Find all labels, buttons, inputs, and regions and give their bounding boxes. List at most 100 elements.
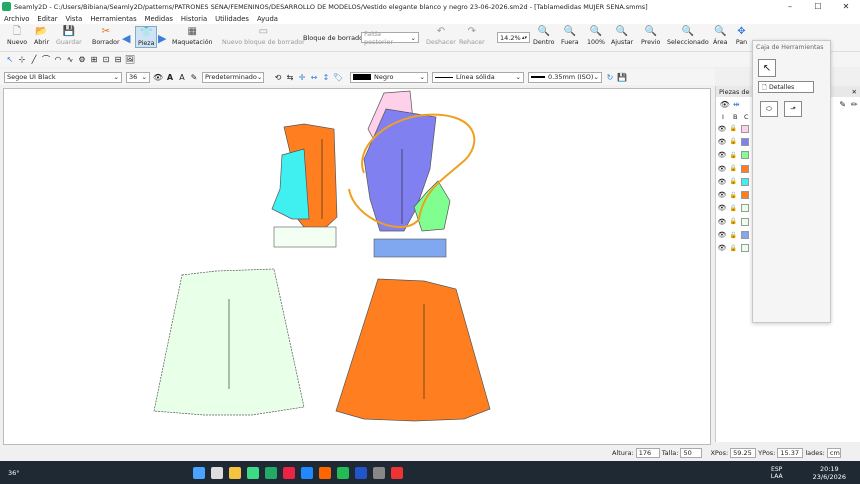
settings-icon[interactable] xyxy=(372,466,385,479)
redo-button[interactable]: ↷ Rehacer xyxy=(459,26,485,46)
word-icon[interactable] xyxy=(354,466,367,479)
point-tool-icon[interactable]: ⊹ xyxy=(16,55,28,64)
save-icon[interactable]: 💾 xyxy=(616,73,628,82)
zoom-out-button[interactable]: 🔍 Fuera xyxy=(561,26,579,46)
eye-icon[interactable]: 👁 xyxy=(716,138,728,146)
front-waistband-piece[interactable] xyxy=(273,226,337,248)
font-select[interactable]: Segoe UI Black ⌄ xyxy=(4,71,122,83)
eye-icon[interactable]: 👁 xyxy=(716,231,728,239)
menu-herramientas[interactable]: Herramientas xyxy=(86,15,140,23)
layout-button[interactable]: ▦ Maquetación xyxy=(172,26,213,46)
clock[interactable]: 20:19 23/6/2026 xyxy=(813,465,846,481)
chrome-icon[interactable] xyxy=(246,466,259,479)
pan-button[interactable]: ✥ Pan xyxy=(735,26,748,46)
vertical-arrows-icon[interactable]: ↕ xyxy=(320,73,332,82)
lock-icon[interactable]: 🔓 xyxy=(728,205,739,212)
weather-widget[interactable]: 36° xyxy=(8,469,20,477)
zoom-area-button[interactable]: 🔍 Área xyxy=(713,26,728,46)
eye-icon[interactable]: 👁 xyxy=(716,125,728,133)
lock-icon[interactable]: 🔓 xyxy=(728,165,739,172)
piece-shape-button[interactable]: ⬭ xyxy=(760,101,778,117)
details-button[interactable]: 🗋 Detalles xyxy=(758,81,814,93)
menu-archivo[interactable]: Archivo xyxy=(0,15,33,23)
mirror-icon[interactable]: ⇆ xyxy=(284,73,296,82)
font-size-select[interactable]: 36 ⌄ xyxy=(126,71,150,83)
font-bigger-icon[interactable]: A xyxy=(164,73,176,82)
export-piece-button[interactable]: ⬏ xyxy=(784,101,802,117)
back-waistband-piece[interactable] xyxy=(373,238,447,258)
eye-icon[interactable]: 👁 xyxy=(716,191,728,199)
lock-icon[interactable]: 🔓 xyxy=(728,138,739,145)
new-draft-block-button[interactable]: ▭ Nuevo bloque de borrador xyxy=(222,26,305,46)
pointer-button[interactable]: ↖ xyxy=(758,59,776,77)
eye-icon[interactable]: 👁 xyxy=(716,204,728,212)
arrow-left-icon[interactable]: ◀ xyxy=(122,32,130,45)
curve-tool-icon[interactable]: ⌒ xyxy=(40,54,52,65)
lock-icon[interactable]: 🔓 xyxy=(728,125,739,132)
open-button[interactable]: 📂 Abrir xyxy=(34,26,49,46)
menu-utilidades[interactable]: Utilidades xyxy=(211,15,253,23)
zoom-selected-button[interactable]: 🔍 Seleccionado xyxy=(667,26,709,46)
menu-historia[interactable]: Historia xyxy=(177,15,211,23)
link-icon[interactable]: ⇹ xyxy=(731,100,743,109)
new-button[interactable]: 🗋 Nuevo xyxy=(7,26,27,46)
lock-icon[interactable]: 🔓 xyxy=(728,178,739,185)
lock-icon[interactable]: 🔓 xyxy=(728,218,739,225)
size-select[interactable]: 50 xyxy=(680,448,703,458)
excel-icon[interactable] xyxy=(336,466,349,479)
eye-icon[interactable]: 👁 xyxy=(716,178,728,186)
draft-block-select[interactable]: Falda posterior ⌄ xyxy=(361,30,419,46)
pen-icon[interactable]: ✎ xyxy=(837,100,849,109)
undo-button[interactable]: ↶ Deshacer xyxy=(426,26,456,46)
zoom-in-button[interactable]: 🔍 Dentro xyxy=(533,26,555,46)
operation-tool-icon[interactable]: ⚙ xyxy=(76,55,88,64)
panel-close-icon[interactable]: ✕ xyxy=(852,88,857,96)
line-weight-select[interactable]: 0.35mm (ISO) ⌄ xyxy=(528,71,602,83)
tag-icon[interactable]: 🏷 xyxy=(332,73,344,82)
node-tool-icon[interactable]: ⊞ xyxy=(88,55,100,64)
arrow-right-icon[interactable]: ▶ xyxy=(158,32,166,45)
pattern-drawing[interactable] xyxy=(4,89,711,445)
start-icon[interactable] xyxy=(192,466,205,479)
piece-button[interactable]: 👕 Pieza xyxy=(135,26,158,48)
color-select[interactable]: Negro ⌄ xyxy=(350,71,428,83)
office-icon[interactable] xyxy=(318,466,331,479)
pencil-icon[interactable]: ✏ xyxy=(849,100,860,109)
menu-editar[interactable]: Editar xyxy=(33,15,61,23)
spline-tool-icon[interactable]: ∿ xyxy=(64,55,76,64)
lock-icon[interactable]: 🔓 xyxy=(728,192,739,199)
language-indicator[interactable]: ESP LAA xyxy=(769,466,785,480)
seamly-icon[interactable] xyxy=(264,466,277,479)
side-bodice-piece[interactable] xyxy=(271,148,310,220)
edge-icon[interactable] xyxy=(300,466,313,479)
eye-icon[interactable]: 👁 xyxy=(716,218,728,226)
zoom-100-button[interactable]: 🔍 100% xyxy=(587,26,605,46)
back-skirt-piece[interactable] xyxy=(335,278,491,422)
file-explorer-icon[interactable] xyxy=(228,466,241,479)
zoom-previous-button[interactable]: 🔍 Previo xyxy=(641,26,660,46)
text-tool-icon[interactable]: ✎ xyxy=(188,73,200,82)
zoom-fit-button[interactable]: 🔍 Ajustar xyxy=(611,26,633,46)
text-style-select[interactable]: Predeterminado ⌄ xyxy=(202,71,264,83)
eye-icon[interactable]: 👁 xyxy=(716,244,728,252)
save-button[interactable]: 💾 Guardar xyxy=(56,26,82,46)
lock-icon[interactable]: 🔓 xyxy=(728,152,739,159)
eye-icon[interactable]: 👁 xyxy=(719,100,731,109)
eye-icon[interactable]: 👁 xyxy=(152,73,164,82)
menu-ayuda[interactable]: Ayuda xyxy=(253,15,282,23)
pointer-tool-icon[interactable]: ↖ xyxy=(4,55,16,64)
rotate-icon[interactable]: ⟲ xyxy=(272,73,284,82)
close-icon[interactable]: ✕ xyxy=(832,2,860,11)
refresh-icon[interactable]: ↻ xyxy=(604,73,616,82)
minimize-icon[interactable]: – xyxy=(776,2,804,11)
app-icon[interactable] xyxy=(282,466,295,479)
horizontal-arrows-icon[interactable]: ↔ xyxy=(308,73,320,82)
lock-icon[interactable]: 🔓 xyxy=(728,245,739,252)
image-tool-icon[interactable]: 🖼 xyxy=(124,55,136,64)
menu-vista[interactable]: Vista xyxy=(62,15,87,23)
arc-tool-icon[interactable]: ◠ xyxy=(52,55,64,64)
font-smaller-icon[interactable]: A xyxy=(176,73,188,82)
line-type-select[interactable]: Línea sólida ⌄ xyxy=(432,71,524,83)
search-icon[interactable] xyxy=(210,466,223,479)
grid-tool-icon[interactable]: ⊡ xyxy=(100,55,112,64)
